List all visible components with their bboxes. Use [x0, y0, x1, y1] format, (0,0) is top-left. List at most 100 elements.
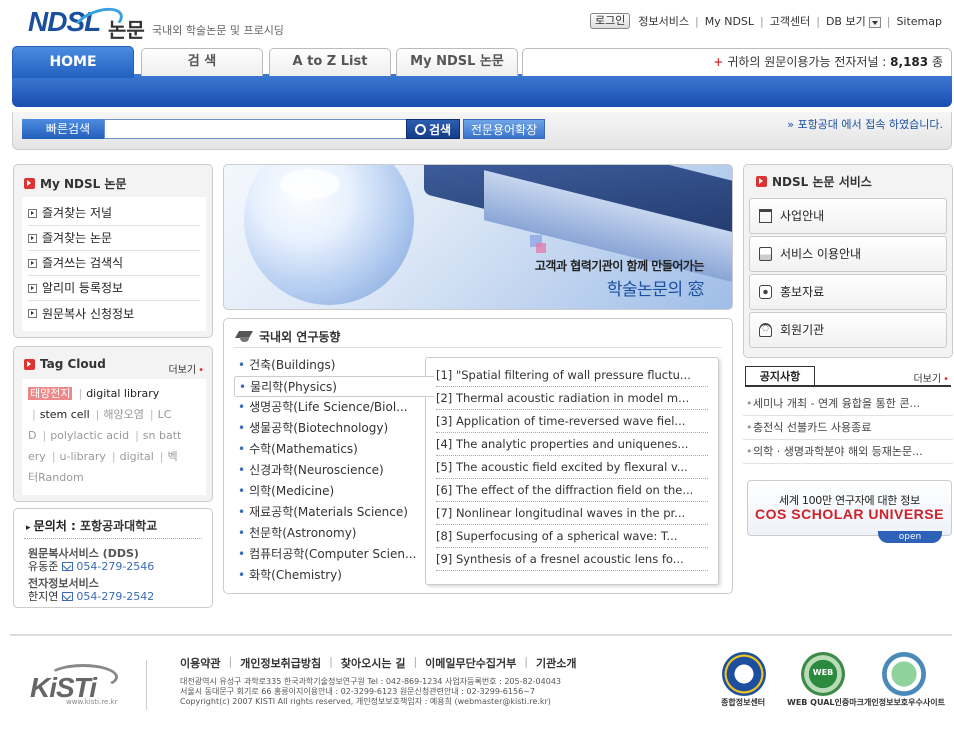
footer-link-no-email[interactable]: 이메일무단수집거부: [425, 655, 516, 671]
tag[interactable]: sn batt: [143, 429, 182, 442]
bullet-icon: [24, 358, 35, 370]
tag[interactable]: 해양오염: [103, 408, 143, 421]
research-field-item[interactable]: 재료공학(Materials Science): [234, 502, 430, 523]
research-field-item[interactable]: 생물공학(Biotechnology): [234, 418, 430, 439]
contact-panel: 문의처 : 포항공과대학교 원문복사서비스 (DDS) 유동준054-279-2…: [13, 508, 213, 608]
notice-tab[interactable]: 공지사항: [745, 366, 815, 386]
tag[interactable]: 터Random: [28, 471, 84, 484]
service-label: 서비스 이용안내: [780, 247, 862, 261]
research-field-item[interactable]: 물리학(Physics): [234, 376, 434, 397]
info-center-badge-icon[interactable]: [722, 652, 766, 696]
paper-item[interactable]: [3] Application of time-reversed wave fi…: [436, 410, 708, 433]
footer-link-terms[interactable]: 이용약관: [180, 655, 220, 671]
my-ndsl-item-alerts[interactable]: 알리미 등록정보: [28, 276, 200, 301]
my-ndsl-item-copy-requests[interactable]: 원문복사 신청정보: [28, 301, 200, 326]
service-promo-button[interactable]: 홍보자료: [749, 274, 947, 310]
paper-item[interactable]: [5] The acoustic field excited by flexur…: [436, 456, 708, 479]
email-icon[interactable]: [62, 591, 74, 601]
banner-line2: 학술논문의 窓: [606, 280, 705, 300]
term-expand-button[interactable]: 전문용어확장: [463, 119, 545, 139]
arrow-box-icon: [28, 233, 37, 243]
cos-open-button[interactable]: open: [878, 531, 942, 543]
tag[interactable]: D: [28, 429, 36, 442]
list-item-label: 즐겨찾는 논문: [42, 231, 113, 245]
tag[interactable]: u-library: [60, 450, 106, 463]
main-banner[interactable]: 고객과 협력기관이 함께 만들어가는 학술논문의 窓: [223, 164, 733, 310]
paper-item[interactable]: [9] Synthesis of a fresnel acoustic lens…: [436, 548, 708, 571]
my-ndsl-item-favorite-journals[interactable]: 즐겨찾는 저널: [28, 201, 200, 226]
email-icon[interactable]: [62, 561, 74, 571]
paper-item[interactable]: [1] "Spatial filtering of wall pressure …: [436, 364, 708, 387]
footer-link-directions[interactable]: 찾아오시는 길: [341, 655, 406, 671]
my-ndsl-link[interactable]: My NDSL: [705, 15, 754, 28]
paper-item[interactable]: [8] Superfocusing of a spherical wave: T…: [436, 525, 708, 548]
footer-link-about[interactable]: 기관소개: [536, 655, 576, 671]
notice-more-link[interactable]: 더보기: [913, 370, 949, 385]
service-members-button[interactable]: 회원기관: [749, 312, 947, 348]
access-note: » 포항공대 에서 접속 하였습니다.: [787, 118, 943, 131]
research-title-text: 국내외 연구동향: [259, 330, 341, 344]
customer-center-link[interactable]: 고객센터: [770, 13, 810, 29]
brochure-icon: [759, 285, 772, 299]
my-ndsl-title: My NDSL 논문: [24, 175, 127, 192]
dds-phone: 054-279-2546: [76, 559, 155, 573]
tag[interactable]: 태양전지: [28, 387, 73, 400]
quick-search-input[interactable]: [104, 119, 408, 139]
paper-item[interactable]: [7] Nonlinear longitudinal waves in the …: [436, 502, 708, 525]
research-trends-title: 국내외 연구동향: [236, 328, 340, 345]
footer-link-privacy[interactable]: 개인정보취급방침: [240, 655, 321, 671]
tag[interactable]: digital library: [86, 387, 159, 400]
service-usage-guide-button[interactable]: 서비스 이용안내: [749, 236, 947, 272]
my-ndsl-item-saved-queries[interactable]: 즐겨쓰는 검색식: [28, 251, 200, 276]
research-field-item[interactable]: 천문학(Astronomy): [234, 523, 430, 544]
kisti-logo[interactable]: KiSTi www.kisti.re.kr: [28, 662, 128, 708]
web-qual-badge-icon[interactable]: WEB: [801, 652, 845, 696]
notice-item[interactable]: 충전식 선불카드 사용종료: [743, 416, 953, 440]
footer-links: 이용약관 | 개인정보취급방침 | 찾아오시는 길 | 이메일무단수집거부 | 기관소개: [180, 655, 577, 671]
search-button[interactable]: 검색: [406, 119, 460, 139]
dds-person: 유동준: [28, 560, 59, 573]
notice-item[interactable]: 세미나 개최 - 연계 융합을 통한 콘...: [743, 392, 953, 416]
bullet-icon: [24, 178, 35, 189]
contact-org: 포항공과대학교: [79, 519, 158, 533]
login-button[interactable]: 로그인: [590, 13, 631, 29]
db-view-dropdown[interactable]: DB 보기: [826, 13, 881, 29]
research-field-item[interactable]: 생명공학(Life Science/Biol...: [234, 397, 430, 418]
sitemap-link[interactable]: Sitemap: [896, 15, 942, 28]
research-field-item[interactable]: 신경과학(Neuroscience): [234, 460, 430, 481]
tag[interactable]: ery: [28, 450, 46, 463]
notice-item[interactable]: 의학 · 생명과학분야 해외 등재논문...: [743, 440, 953, 464]
cos-scholar-universe-banner[interactable]: 세계 100만 연구자에 대한 정보 COS SCHOLAR UNIVERSE: [747, 480, 952, 536]
tab-my-ndsl[interactable]: My NDSL 논문: [396, 48, 518, 76]
info-service-link[interactable]: 정보서비스: [638, 13, 689, 29]
cert-label: 개인정보보호우수사이트: [864, 698, 945, 707]
tag-cloud-more-link[interactable]: 더보기: [168, 361, 204, 376]
service-business-guide-button[interactable]: 사업안내: [749, 198, 947, 234]
paper-item[interactable]: [2] Thermal acoustic radiation in model …: [436, 387, 708, 410]
footer-divider: [10, 634, 952, 636]
research-field-item[interactable]: 컴퓨터공학(Computer Scien...: [234, 544, 430, 565]
chevron-down-icon[interactable]: [868, 16, 881, 28]
tab-home[interactable]: HOME: [12, 46, 134, 78]
banner-line1: 고객과 협력기관이 함께 만들어가는: [534, 259, 705, 273]
journal-count-suffix: 종: [928, 55, 943, 69]
paper-item[interactable]: [6] The effect of the diffraction field …: [436, 479, 708, 502]
my-ndsl-item-favorite-papers[interactable]: 즐겨찾는 논문: [28, 226, 200, 251]
tag[interactable]: LC: [158, 408, 172, 421]
research-field-item[interactable]: 수학(Mathematics): [234, 439, 430, 460]
tag-cloud-panel: Tag Cloud 더보기 태양전지|digital library |stem…: [13, 346, 213, 502]
research-field-item[interactable]: 건축(Buildings): [234, 355, 430, 376]
tab-a-to-z-list[interactable]: A to Z List: [269, 48, 391, 76]
arrow-box-icon: [28, 208, 37, 218]
research-field-item[interactable]: 화학(Chemistry): [234, 565, 430, 586]
tab-search[interactable]: 검 색: [141, 48, 263, 76]
tag[interactable]: stem cell: [40, 408, 90, 421]
footer-copyright: Copyright(c) 2007 KISTI All rights reser…: [180, 697, 551, 706]
ndsl-logo[interactable]: NDSL 논문: [28, 1, 148, 46]
tag[interactable]: polylactic acid: [50, 429, 129, 442]
tag[interactable]: 벡: [168, 450, 178, 463]
privacy-badge-icon[interactable]: [882, 652, 926, 696]
research-field-item[interactable]: 의학(Medicine): [234, 481, 430, 502]
paper-item[interactable]: [4] The analytic properties and uniquene…: [436, 433, 708, 456]
tag[interactable]: digital: [120, 450, 154, 463]
